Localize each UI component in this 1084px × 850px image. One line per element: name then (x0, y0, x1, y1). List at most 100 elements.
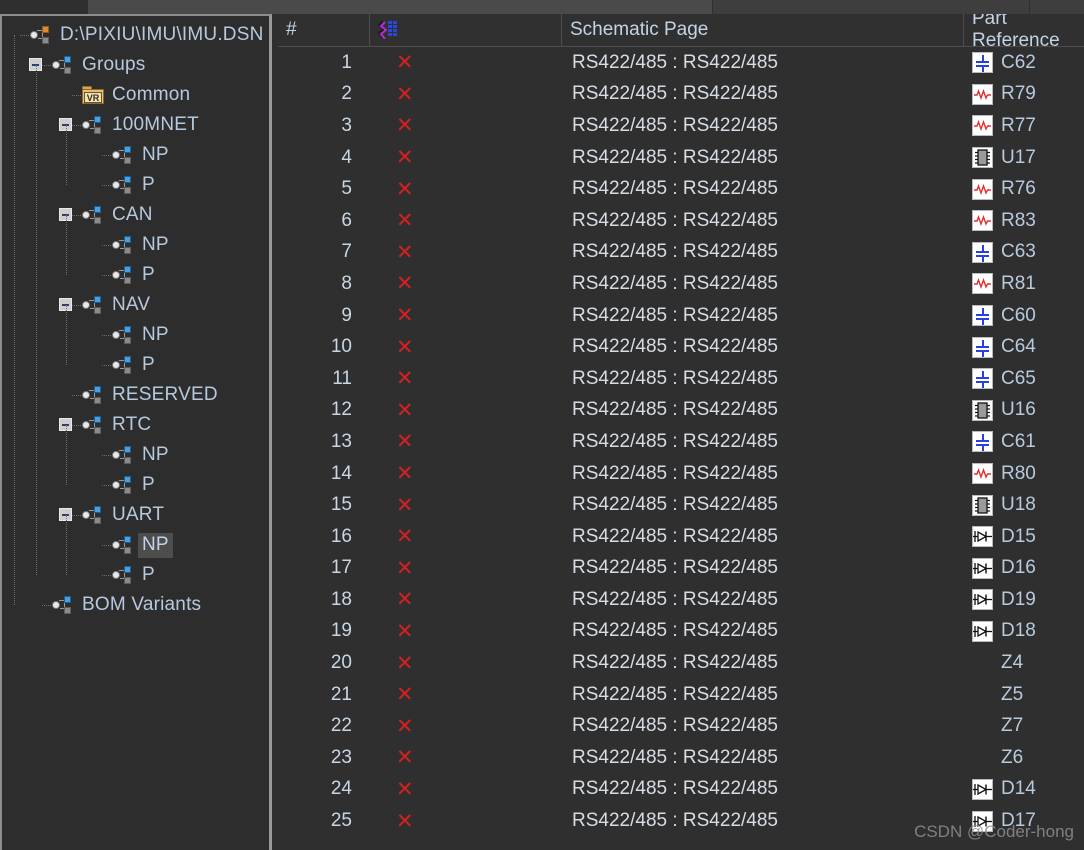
tree-item-common[interactable]: VR Common (2, 80, 269, 110)
cell-schematic-page: RS422/485 : RS422/485 (572, 494, 778, 516)
table-row[interactable]: 21 ✕ RS422/485 : RS422/485 Z5 (278, 679, 1084, 711)
table-row[interactable]: 6 ✕ RS422/485 : RS422/485 R83 (278, 205, 1084, 237)
cell-index: 11 (332, 367, 352, 389)
tree-connector (102, 245, 111, 247)
tree-item-p[interactable]: P (2, 350, 269, 380)
column-header-index[interactable]: # (278, 14, 370, 46)
cell-schematic-page: RS422/485 : RS422/485 (572, 304, 778, 326)
tree-connector (102, 455, 111, 457)
table-row[interactable]: 18 ✕ RS422/485 : RS422/485 D19 (278, 584, 1084, 616)
cell-part-reference: U17 (964, 142, 1084, 174)
table-row[interactable]: 11 ✕ RS422/485 : RS422/485 C65 (278, 363, 1084, 395)
cell-index: 7 (341, 241, 352, 263)
tree-item-np[interactable]: NP (2, 440, 269, 470)
cell-part-reference: D18 (964, 616, 1084, 648)
tree-item-icon-holder (112, 326, 136, 344)
table-row[interactable]: 17 ✕ RS422/485 : RS422/485 D16 (278, 553, 1084, 585)
table-row[interactable]: 1 ✕ RS422/485 : RS422/485 C62 (278, 47, 1084, 79)
tree-item-p[interactable]: P (2, 260, 269, 290)
cell-schematic-page: RS422/485 : RS422/485 (572, 146, 778, 168)
table-header-row: # Schematic Page Part Reference (278, 14, 1084, 51)
tree-item-p[interactable]: P (2, 470, 269, 500)
tree-item-np[interactable]: NP (2, 230, 269, 260)
column-header-part-reference[interactable]: Part Reference (964, 14, 1084, 51)
tree-item-uart[interactable]: UART (2, 500, 269, 530)
tree-item-p[interactable]: P (2, 560, 269, 590)
cell-schematic-page: RS422/485 : RS422/485 (572, 209, 778, 231)
table-row[interactable]: 22 ✕ RS422/485 : RS422/485 Z7 (278, 710, 1084, 742)
group-icon (112, 146, 131, 164)
group-icon (82, 296, 101, 314)
table-row[interactable]: 10 ✕ RS422/485 : RS422/485 C64 (278, 331, 1084, 363)
cell-drc: ✕ (370, 710, 562, 742)
column-header-schematic-page[interactable]: Schematic Page (562, 14, 964, 46)
tab-strip-segment-1[interactable] (0, 0, 88, 14)
drc-error-icon: ✕ (396, 524, 414, 549)
tree-item-bom-variants[interactable]: BOM Variants (2, 590, 269, 620)
cell-schematic-page: RS422/485 : RS422/485 (572, 83, 778, 105)
project-tree-panel[interactable]: D:\PIXIU\IMU\IMU.DSN Groups VR Common 100MNE… (0, 14, 272, 850)
resistor-icon (972, 83, 993, 105)
drc-error-icon: ✕ (396, 713, 414, 738)
tree-item-np[interactable]: NP (2, 530, 269, 560)
table-row[interactable]: 7 ✕ RS422/485 : RS422/485 C63 (278, 237, 1084, 269)
table-row[interactable]: 14 ✕ RS422/485 : RS422/485 R80 (278, 458, 1084, 490)
table-row[interactable]: 8 ✕ RS422/485 : RS422/485 R81 (278, 268, 1084, 300)
table-row[interactable]: 24 ✕ RS422/485 : RS422/485 D14 (278, 774, 1084, 806)
table-row[interactable]: 15 ✕ RS422/485 : RS422/485 U18 (278, 489, 1084, 521)
table-row[interactable]: 4 ✕ RS422/485 : RS422/485 U17 (278, 142, 1084, 174)
table-row[interactable]: 25 ✕ RS422/485 : RS422/485 D17 (278, 805, 1084, 837)
tree-item-icon-holder (112, 536, 136, 554)
tree-item-reserved[interactable]: RESERVED (2, 380, 269, 410)
table-row[interactable]: 16 ✕ RS422/485 : RS422/485 D15 (278, 521, 1084, 553)
cell-part-reference: R76 (964, 173, 1084, 205)
column-header-drc[interactable] (370, 14, 562, 46)
tree-item-d-pixiu-imu-imu-dsn[interactable]: D:\PIXIU\IMU\IMU.DSN (2, 20, 269, 50)
cell-index: 2 (341, 83, 352, 105)
cell-index: 4 (341, 146, 352, 168)
tree-item-icon-holder (82, 506, 106, 524)
drc-results-table[interactable]: # Schematic Page Part Reference 1 ✕ RS42… (278, 14, 1084, 850)
tree-item-icon-holder (112, 356, 136, 374)
cell-schematic-page: RS422/485 : RS422/485 (572, 557, 778, 579)
tree-item-icon-holder (52, 596, 76, 614)
tree-item-rtc[interactable]: RTC (2, 410, 269, 440)
cell-schematic-page: RS422/485 : RS422/485 (572, 114, 778, 136)
tree-item-nav[interactable]: NAV (2, 290, 269, 320)
cell-drc: ✕ (370, 742, 562, 774)
drc-error-icon: ✕ (396, 145, 414, 170)
table-row[interactable]: 9 ✕ RS422/485 : RS422/485 C60 (278, 300, 1084, 332)
table-row[interactable]: 20 ✕ RS422/485 : RS422/485 Z4 (278, 647, 1084, 679)
tree-item-icon-holder (52, 56, 76, 74)
cell-index: 3 (341, 114, 352, 136)
table-row[interactable]: 5 ✕ RS422/485 : RS422/485 R76 (278, 173, 1084, 205)
cell-schematic-page: RS422/485 : RS422/485 (572, 683, 778, 705)
tree-item-p[interactable]: P (2, 170, 269, 200)
group-icon (82, 386, 101, 404)
cell-index: 8 (341, 272, 352, 294)
tree-connector (72, 515, 81, 517)
table-row[interactable]: 23 ✕ RS422/485 : RS422/485 Z6 (278, 742, 1084, 774)
cell-part-reference: C62 (964, 47, 1084, 79)
tab-strip-segment-3[interactable] (713, 0, 1030, 14)
application-window: D:\PIXIU\IMU\IMU.DSN Groups VR Common 100MNE… (0, 0, 1084, 850)
table-row[interactable]: 12 ✕ RS422/485 : RS422/485 U16 (278, 395, 1084, 427)
table-row[interactable]: 3 ✕ RS422/485 : RS422/485 R77 (278, 110, 1084, 142)
cell-schematic-page: RS422/485 : RS422/485 (572, 620, 778, 642)
table-row[interactable]: 19 ✕ RS422/485 : RS422/485 D18 (278, 616, 1084, 648)
tree-connector (102, 155, 111, 157)
tree-item-100mnet[interactable]: 100MNET (2, 110, 269, 140)
tree-connector (72, 305, 81, 307)
tree-item-np[interactable]: NP (2, 140, 269, 170)
cell-drc: ✕ (370, 553, 562, 585)
table-row[interactable]: 2 ✕ RS422/485 : RS422/485 R79 (278, 79, 1084, 111)
table-row[interactable]: 13 ✕ RS422/485 : RS422/485 C61 (278, 426, 1084, 458)
tab-strip-segment-4[interactable] (1030, 0, 1084, 14)
tree-item-can[interactable]: CAN (2, 200, 269, 230)
cell-drc: ✕ (370, 237, 562, 269)
tab-strip-segment-2[interactable] (88, 0, 713, 14)
part-reference-label: U17 (1001, 146, 1036, 168)
tree-item-np[interactable]: NP (2, 320, 269, 350)
cell-part-reference: U16 (964, 395, 1084, 427)
tree-item-groups[interactable]: Groups (2, 50, 269, 80)
